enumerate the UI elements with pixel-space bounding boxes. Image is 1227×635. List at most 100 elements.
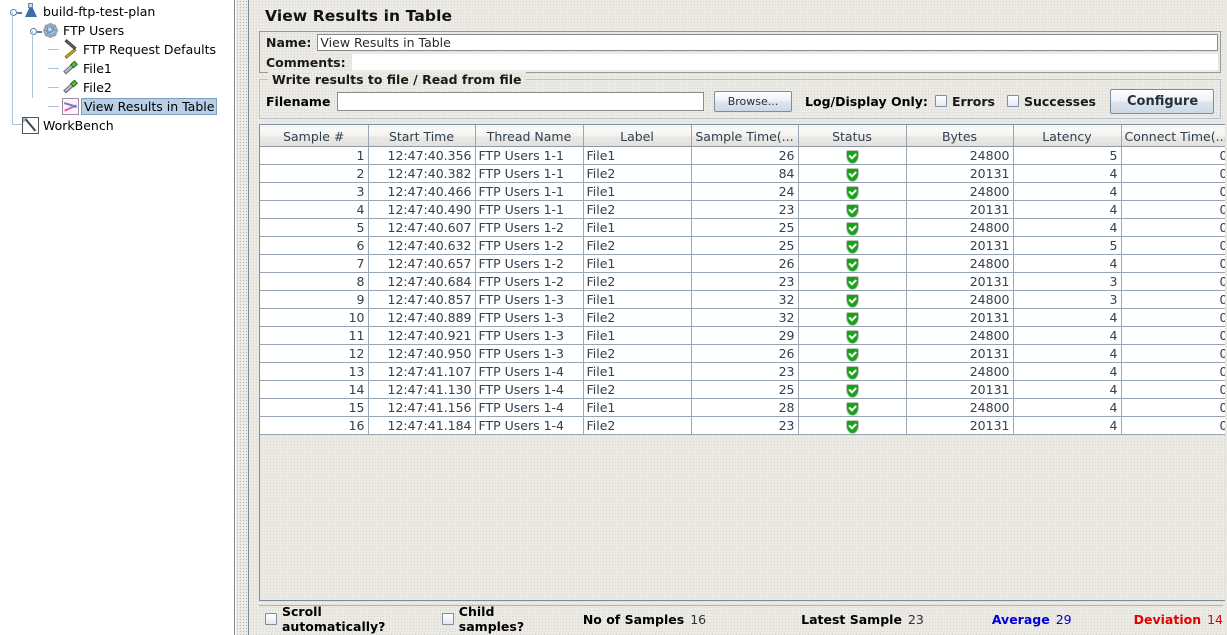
cell-connect: 0 bbox=[1121, 417, 1225, 435]
table-row[interactable]: 1312:47:41.107FTP Users 1-4File123248004… bbox=[260, 363, 1225, 381]
tree-node-label[interactable]: FTP Request Defaults bbox=[81, 41, 219, 58]
column-header-7[interactable]: Latency bbox=[1013, 126, 1121, 147]
cell-latency: 4 bbox=[1013, 255, 1121, 273]
deviation-value: 14 bbox=[1201, 612, 1223, 627]
configure-button[interactable]: Configure bbox=[1110, 89, 1214, 114]
tree-node-label[interactable]: FTP Users bbox=[61, 22, 127, 39]
table-row[interactable]: 412:47:40.490FTP Users 1-1File2232013140 bbox=[260, 201, 1225, 219]
cell-time: 25 bbox=[691, 219, 798, 237]
ftp-sampler-icon bbox=[62, 79, 79, 96]
cell-start: 12:47:41.156 bbox=[368, 399, 475, 417]
tree-node-build-ftp-test-plan[interactable]: build-ftp-test-plan bbox=[0, 2, 234, 21]
browse-button[interactable]: Browse... bbox=[714, 91, 792, 112]
tree-node-workbench[interactable]: WorkBench bbox=[0, 116, 234, 135]
table-row[interactable]: 1612:47:41.184FTP Users 1-4File223201314… bbox=[260, 417, 1225, 435]
cell-label: File2 bbox=[583, 201, 691, 219]
cell-connect: 0 bbox=[1121, 255, 1225, 273]
filename-input[interactable] bbox=[337, 92, 704, 111]
tree-node-ftp-request-defaults[interactable]: FTP Request Defaults bbox=[0, 40, 234, 59]
average-value: 29 bbox=[1050, 612, 1072, 627]
errors-label: Errors bbox=[947, 94, 999, 109]
cell-status bbox=[798, 327, 906, 345]
child-samples-checkbox[interactable] bbox=[442, 613, 454, 625]
column-header-4[interactable]: Sample Time(... bbox=[691, 126, 798, 147]
comments-input[interactable] bbox=[352, 54, 1218, 70]
table-row[interactable]: 1512:47:41.156FTP Users 1-4File128248004… bbox=[260, 399, 1225, 417]
panel-splitter[interactable] bbox=[235, 0, 249, 635]
tree-node-label[interactable]: File2 bbox=[81, 79, 115, 96]
errors-checkbox[interactable] bbox=[935, 95, 947, 107]
name-row: Name: bbox=[260, 32, 1220, 52]
tree-node-label[interactable]: File1 bbox=[81, 60, 115, 77]
table-row[interactable]: 112:47:40.356FTP Users 1-1File1262480050 bbox=[260, 147, 1225, 165]
tree-node-file1[interactable]: File1 bbox=[0, 59, 234, 78]
test-plan-tree[interactable]: build-ftp-test-plan FTP Users FTP Request … bbox=[0, 0, 234, 135]
cell-start: 12:47:41.107 bbox=[368, 363, 475, 381]
results-table-header-row[interactable]: Sample #Start TimeThread NameLabelSample… bbox=[260, 126, 1225, 147]
table-row[interactable]: 1012:47:40.889FTP Users 1-3File232201314… bbox=[260, 309, 1225, 327]
tree-node-label[interactable]: build-ftp-test-plan bbox=[41, 3, 158, 20]
cell-label: File1 bbox=[583, 291, 691, 309]
column-header-1[interactable]: Start Time bbox=[368, 126, 475, 147]
cell-start: 12:47:40.657 bbox=[368, 255, 475, 273]
tree-expand-handle-icon[interactable] bbox=[26, 21, 42, 40]
column-header-5[interactable]: Status bbox=[798, 126, 906, 147]
results-table-body[interactable]: 112:47:40.356FTP Users 1-1File1262480050… bbox=[260, 147, 1225, 435]
results-table-container[interactable]: Sample #Start TimeThread NameLabelSample… bbox=[259, 124, 1225, 601]
status-success-icon bbox=[846, 150, 859, 164]
table-row[interactable]: 812:47:40.684FTP Users 1-2File2232013130 bbox=[260, 273, 1225, 291]
cell-status bbox=[798, 147, 906, 165]
cell-latency: 4 bbox=[1013, 381, 1121, 399]
table-row[interactable]: 712:47:40.657FTP Users 1-2File1262480040 bbox=[260, 255, 1225, 273]
cell-start: 12:47:40.490 bbox=[368, 201, 475, 219]
tree-node-view-results-in-table[interactable]: View Results in Table bbox=[0, 97, 234, 116]
table-row[interactable]: 612:47:40.632FTP Users 1-2File2252013150 bbox=[260, 237, 1225, 255]
column-header-3[interactable]: Label bbox=[583, 126, 691, 147]
cell-start: 12:47:41.184 bbox=[368, 417, 475, 435]
column-header-2[interactable]: Thread Name bbox=[475, 126, 583, 147]
cell-time: 25 bbox=[691, 237, 798, 255]
column-header-0[interactable]: Sample # bbox=[260, 126, 368, 147]
cell-bytes: 20131 bbox=[906, 381, 1013, 399]
tree-connector-line bbox=[12, 12, 13, 124]
cell-status bbox=[798, 237, 906, 255]
column-header-8[interactable]: Connect Time(... bbox=[1121, 126, 1225, 147]
status-success-icon bbox=[846, 420, 859, 434]
tree-node-ftp-users[interactable]: FTP Users bbox=[0, 21, 234, 40]
table-row[interactable]: 512:47:40.607FTP Users 1-2File1252480040 bbox=[260, 219, 1225, 237]
cell-latency: 4 bbox=[1013, 345, 1121, 363]
cell-sample: 2 bbox=[260, 165, 368, 183]
cell-start: 12:47:40.921 bbox=[368, 327, 475, 345]
results-table: Sample #Start TimeThread NameLabelSample… bbox=[260, 125, 1225, 435]
cell-start: 12:47:40.857 bbox=[368, 291, 475, 309]
cell-bytes: 20131 bbox=[906, 345, 1013, 363]
cell-thread: FTP Users 1-2 bbox=[475, 255, 583, 273]
table-row[interactable]: 1412:47:41.130FTP Users 1-4File225201314… bbox=[260, 381, 1225, 399]
table-row[interactable]: 912:47:40.857FTP Users 1-3File1322480030 bbox=[260, 291, 1225, 309]
table-row[interactable]: 1112:47:40.921FTP Users 1-3File129248004… bbox=[260, 327, 1225, 345]
cell-sample: 11 bbox=[260, 327, 368, 345]
scroll-automatically-checkbox[interactable] bbox=[265, 613, 277, 625]
cell-label: File1 bbox=[583, 363, 691, 381]
cell-time: 23 bbox=[691, 201, 798, 219]
status-success-icon bbox=[846, 366, 859, 380]
deviation-label: Deviation bbox=[1134, 612, 1201, 627]
column-header-6[interactable]: Bytes bbox=[906, 126, 1013, 147]
test-plan-tree-panel[interactable]: build-ftp-test-plan FTP Users FTP Request … bbox=[0, 0, 235, 635]
tree-indent bbox=[0, 59, 46, 78]
tree-node-label[interactable]: WorkBench bbox=[41, 117, 117, 134]
tree-node-label[interactable]: View Results in Table bbox=[81, 98, 217, 115]
successes-checkbox[interactable] bbox=[1007, 95, 1019, 107]
cell-time: 25 bbox=[691, 381, 798, 399]
tree-leaf-spacer bbox=[46, 40, 62, 59]
table-row[interactable]: 312:47:40.466FTP Users 1-1File1242480040 bbox=[260, 183, 1225, 201]
table-row[interactable]: 1212:47:40.950FTP Users 1-3File226201314… bbox=[260, 345, 1225, 363]
name-input[interactable] bbox=[317, 34, 1218, 51]
cell-start: 12:47:40.607 bbox=[368, 219, 475, 237]
name-label: Name: bbox=[260, 35, 317, 50]
tree-indent bbox=[0, 21, 26, 40]
cell-label: File1 bbox=[583, 327, 691, 345]
tree-expand-handle-icon[interactable] bbox=[6, 2, 22, 21]
tree-node-file2[interactable]: File2 bbox=[0, 78, 234, 97]
table-row[interactable]: 212:47:40.382FTP Users 1-1File2842013140 bbox=[260, 165, 1225, 183]
